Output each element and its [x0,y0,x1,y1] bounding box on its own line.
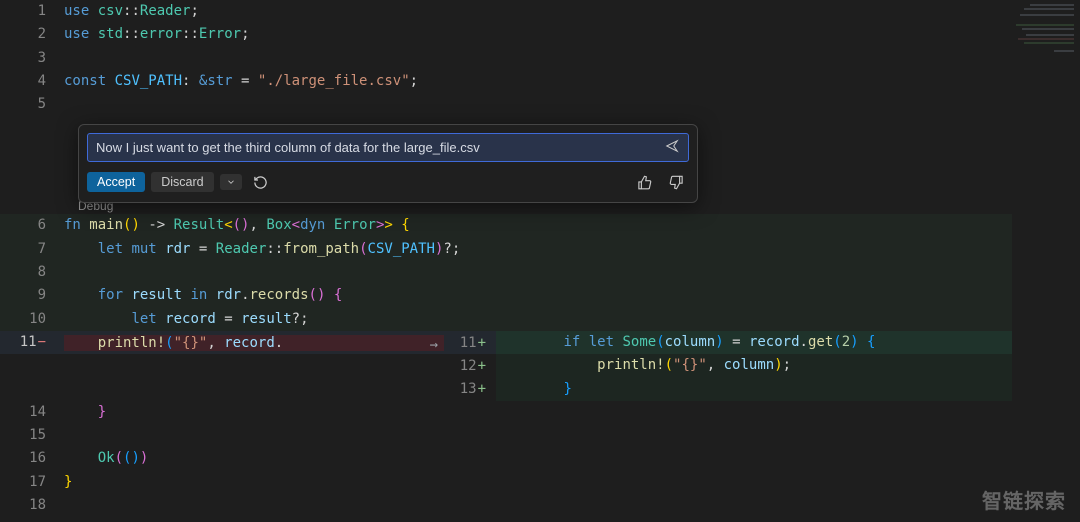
discard-dropdown-button[interactable] [220,174,242,190]
code-editor[interactable]: 1 use csv::Reader; 2 use std::error::Err… [0,0,1012,517]
line-number: 4 [0,70,64,93]
line-number: 10 [0,308,64,331]
accept-button[interactable]: Accept [87,172,145,192]
chat-input-text[interactable]: Now I just want to get the third column … [96,140,664,155]
rerun-button[interactable] [248,170,274,194]
line-number-insert: 11+ [444,335,496,351]
line-number: 2 [0,23,64,46]
chat-input[interactable]: Now I just want to get the third column … [87,133,689,162]
code-line[interactable]: 1 use csv::Reader; [0,0,1012,23]
line-number: 7 [0,238,64,261]
line-number: 11− [0,331,64,354]
discard-button[interactable]: Discard [151,172,213,192]
code-line[interactable]: 15 [0,424,1012,447]
line-number: 1 [0,0,64,23]
code-line[interactable]: 17 } [0,471,1012,494]
diff-line-modified[interactable]: 11− println!("{}", record. → 11+ if let … [0,331,1012,354]
line-number: 16 [0,447,64,470]
thumbs-up-button[interactable] [631,170,657,194]
line-number: 6 [0,214,64,237]
code-line[interactable]: 18 [0,494,1012,517]
line-number: 3 [0,47,64,70]
code-line[interactable]: 6 fn main() -> Result<(), Box<dyn Error>… [0,214,1012,237]
code-line[interactable]: 8 [0,261,1012,284]
code-line[interactable]: 3 [0,47,1012,70]
thumbs-down-button[interactable] [663,170,689,194]
send-icon[interactable] [664,139,680,156]
code-line[interactable]: 14 } [0,401,1012,424]
line-number: 17 [0,471,64,494]
diff-line-added[interactable]: 12+ println!("{}", column); [0,354,1012,377]
line-number: 14 [0,401,64,424]
code-line[interactable]: 9 for result in rdr.records() { [0,284,1012,307]
code-line[interactable]: 2 use std::error::Error; [0,23,1012,46]
code-line[interactable]: 16 Ok(()) [0,447,1012,470]
inline-chat-panel: Now I just want to get the third column … [78,124,698,203]
line-number: 5 [0,93,64,116]
diff-arrow-icon: → [430,337,438,353]
line-number: 18 [0,494,64,517]
code-line[interactable]: 10 let record = result?; [0,308,1012,331]
code-line[interactable]: 5 [0,93,1012,116]
line-number: 8 [0,261,64,284]
diff-line-added[interactable]: 13+ } [0,378,1012,401]
code-line[interactable]: 7 let mut rdr = Reader::from_path(CSV_PA… [0,238,1012,261]
line-number: 15 [0,424,64,447]
code-line[interactable]: 4 const CSV_PATH: &str = "./large_file.c… [0,70,1012,93]
line-number-insert: 12+ [444,358,496,374]
line-number-insert: 13+ [444,381,496,397]
minimap[interactable] [1012,0,1080,522]
watermark: 智链探索 [982,485,1066,514]
line-number: 9 [0,284,64,307]
